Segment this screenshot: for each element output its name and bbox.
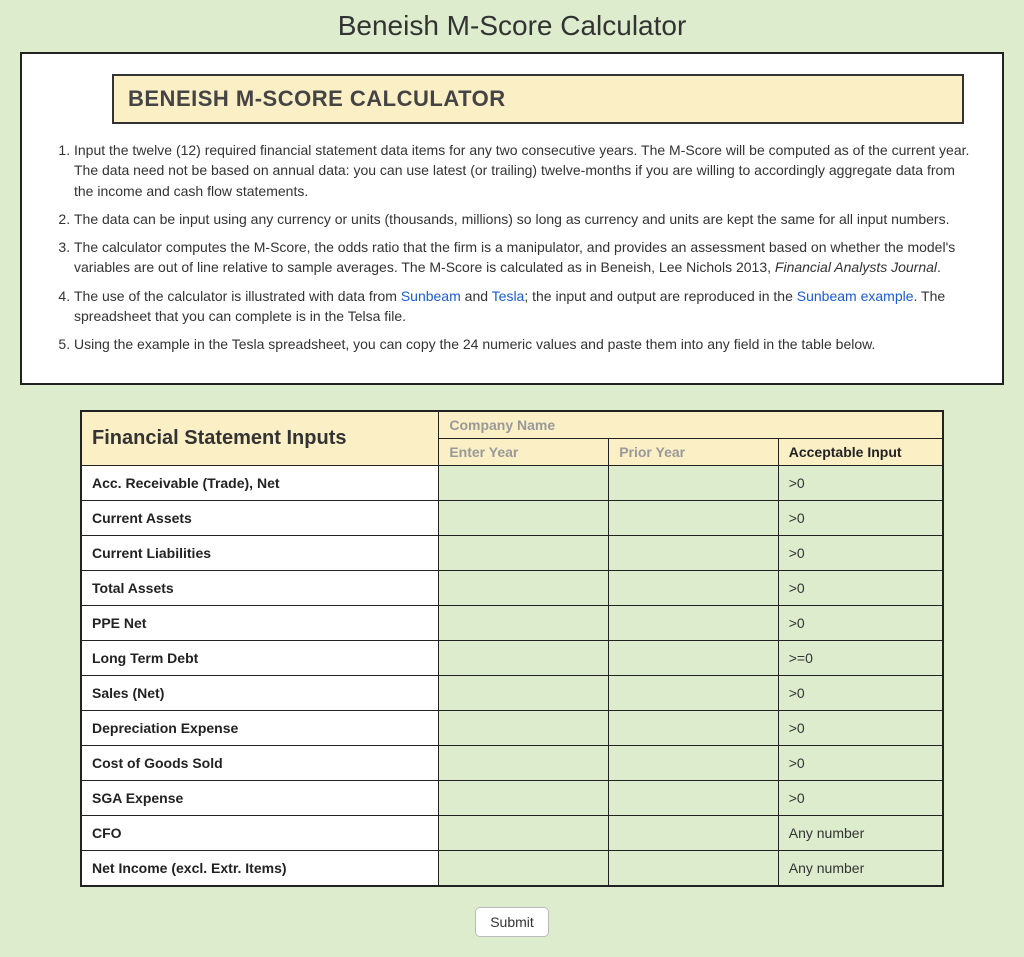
current-year-input[interactable] [439, 745, 609, 780]
link-sunbeam-example[interactable]: Sunbeam example [797, 288, 914, 304]
instruction-4: The use of the calculator is illustrated… [74, 286, 972, 327]
table-row: Sales (Net) >0 [81, 675, 943, 710]
prior-year-input[interactable] [609, 465, 779, 500]
row-label: Net Income (excl. Extr. Items) [81, 850, 439, 886]
table-row: Current Assets >0 [81, 500, 943, 535]
current-year-input[interactable] [439, 465, 609, 500]
prior-year-input[interactable] [609, 815, 779, 850]
acceptable-input-value: Any number [778, 850, 943, 886]
link-tesla[interactable]: Tesla [492, 288, 525, 304]
current-year-input[interactable] [439, 570, 609, 605]
prior-year-input[interactable] [609, 605, 779, 640]
table-row: Net Income (excl. Extr. Items) Any number [81, 850, 943, 886]
enter-year-placeholder: Enter Year [449, 444, 518, 460]
current-year-input[interactable] [439, 850, 609, 886]
row-label: Long Term Debt [81, 640, 439, 675]
acceptable-input-value: >0 [778, 535, 943, 570]
prior-year-input[interactable] [609, 535, 779, 570]
table-row: Total Assets >0 [81, 570, 943, 605]
instruction-5: Using the example in the Tesla spreadshe… [74, 334, 972, 354]
row-label: Sales (Net) [81, 675, 439, 710]
table-row: Current Liabilities >0 [81, 535, 943, 570]
instruction-4-text-c: ; the input and output are reproduced in… [524, 288, 796, 304]
instruction-3: The calculator computes the M-Score, the… [74, 237, 972, 278]
acceptable-input-value: >0 [778, 500, 943, 535]
page-title: Beneish M-Score Calculator [0, 10, 1024, 42]
acceptable-input-header: Acceptable Input [778, 438, 943, 465]
acceptable-input-value: >=0 [778, 640, 943, 675]
acceptable-input-value: >0 [778, 745, 943, 780]
prior-year-input[interactable] [609, 640, 779, 675]
current-year-input[interactable] [439, 815, 609, 850]
prior-year-field[interactable]: Prior Year [609, 438, 779, 465]
current-year-input[interactable] [439, 535, 609, 570]
acceptable-input-value: >0 [778, 570, 943, 605]
instruction-3-journal: Financial Analysts Journal [775, 259, 937, 275]
current-year-input[interactable] [439, 675, 609, 710]
banner-title: BENEISH M-SCORE CALCULATOR [112, 74, 964, 124]
acceptable-input-value: >0 [778, 710, 943, 745]
table-row: PPE Net >0 [81, 605, 943, 640]
table-title: Financial Statement Inputs [81, 411, 439, 466]
prior-year-input[interactable] [609, 710, 779, 745]
current-year-input[interactable] [439, 640, 609, 675]
row-label: CFO [81, 815, 439, 850]
prior-year-input[interactable] [609, 780, 779, 815]
enter-year-field[interactable]: Enter Year [439, 438, 609, 465]
row-label: Acc. Receivable (Trade), Net [81, 465, 439, 500]
prior-year-input[interactable] [609, 570, 779, 605]
table-row: SGA Expense >0 [81, 780, 943, 815]
instruction-1: Input the twelve (12) required financial… [74, 140, 972, 201]
row-label: Current Assets [81, 500, 439, 535]
submit-button[interactable]: Submit [475, 907, 549, 937]
current-year-input[interactable] [439, 605, 609, 640]
table-row: CFO Any number [81, 815, 943, 850]
current-year-input[interactable] [439, 500, 609, 535]
prior-year-placeholder: Prior Year [619, 444, 685, 460]
instructions-panel: BENEISH M-SCORE CALCULATOR Input the twe… [20, 52, 1004, 385]
table-row: Long Term Debt >=0 [81, 640, 943, 675]
prior-year-input[interactable] [609, 675, 779, 710]
table-row: Depreciation Expense >0 [81, 710, 943, 745]
instruction-4-text-b: and [461, 288, 492, 304]
company-name-placeholder: Company Name [449, 417, 555, 433]
acceptable-input-value: >0 [778, 605, 943, 640]
link-sunbeam[interactable]: Sunbeam [401, 288, 461, 304]
acceptable-input-value: Any number [778, 815, 943, 850]
current-year-input[interactable] [439, 710, 609, 745]
row-label: Depreciation Expense [81, 710, 439, 745]
instructions-list: Input the twelve (12) required financial… [52, 140, 972, 355]
row-label: Total Assets [81, 570, 439, 605]
financial-inputs-table: Financial Statement Inputs Company Name … [80, 410, 944, 887]
prior-year-input[interactable] [609, 745, 779, 780]
row-label: Current Liabilities [81, 535, 439, 570]
prior-year-input[interactable] [609, 500, 779, 535]
instruction-2: The data can be input using any currency… [74, 209, 972, 229]
inputs-table-wrap: Financial Statement Inputs Company Name … [80, 410, 944, 887]
table-row: Cost of Goods Sold >0 [81, 745, 943, 780]
current-year-input[interactable] [439, 780, 609, 815]
row-label: PPE Net [81, 605, 439, 640]
company-name-field[interactable]: Company Name [439, 411, 943, 439]
acceptable-input-value: >0 [778, 465, 943, 500]
row-label: Cost of Goods Sold [81, 745, 439, 780]
prior-year-input[interactable] [609, 850, 779, 886]
row-label: SGA Expense [81, 780, 439, 815]
acceptable-input-value: >0 [778, 675, 943, 710]
instruction-3-text-b: . [937, 259, 941, 275]
instruction-4-text-a: The use of the calculator is illustrated… [74, 288, 401, 304]
table-row: Acc. Receivable (Trade), Net >0 [81, 465, 943, 500]
acceptable-input-value: >0 [778, 780, 943, 815]
